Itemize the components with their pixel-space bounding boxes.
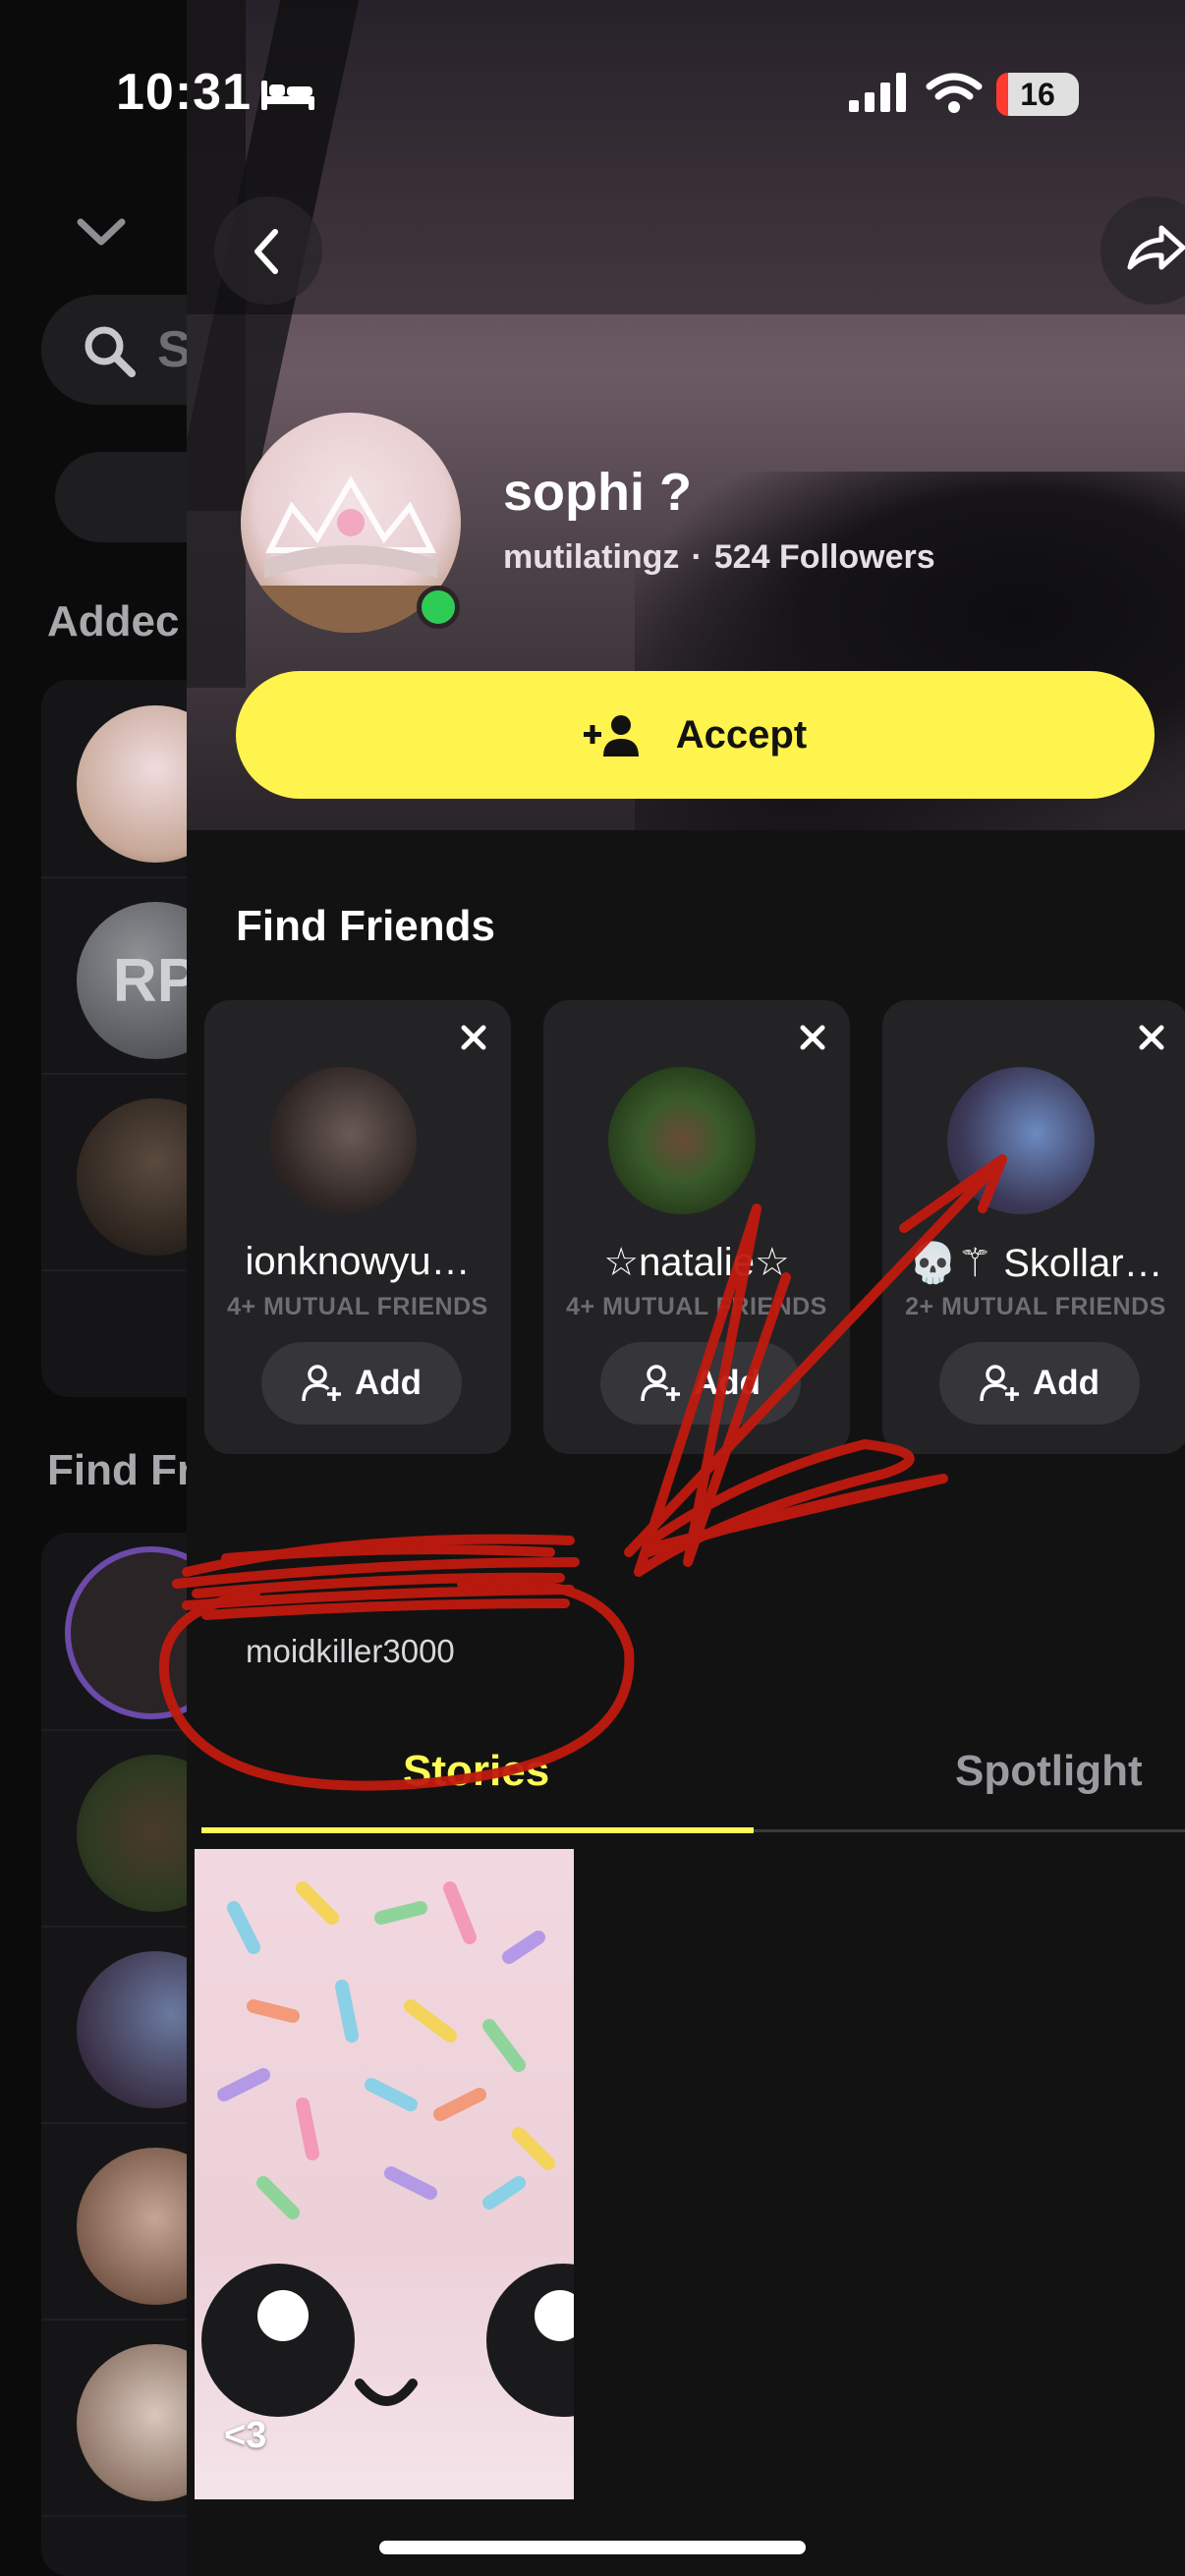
battery-icon: 16 xyxy=(996,73,1079,116)
tab-spotlight[interactable]: Spotlight xyxy=(955,1747,1143,1796)
close-icon[interactable] xyxy=(458,1022,489,1053)
tab-stories[interactable]: Stories xyxy=(403,1747,549,1796)
search-icon xyxy=(85,326,136,377)
add-button[interactable]: Add xyxy=(939,1342,1140,1425)
add-friend-icon xyxy=(583,715,639,756)
add-person-icon xyxy=(980,1365,1019,1402)
story-tile[interactable]: <3 xyxy=(195,1849,574,2499)
story-caption: <3 xyxy=(224,2415,267,2456)
chevron-left-icon xyxy=(254,229,278,274)
avatar[interactable] xyxy=(269,1067,417,1214)
share-button[interactable] xyxy=(1100,196,1185,305)
add-person-icon xyxy=(641,1365,680,1402)
add-button[interactable]: Add xyxy=(600,1342,801,1425)
add-label: Add xyxy=(354,1364,423,1402)
add-person-icon xyxy=(302,1365,341,1402)
back-button[interactable] xyxy=(214,196,322,305)
status-time: 10:31 xyxy=(116,64,252,121)
battery-level: 16 xyxy=(1020,77,1055,112)
tab-active-indicator xyxy=(201,1827,754,1833)
wifi-icon xyxy=(926,73,983,113)
friend-suggestion-card[interactable]: ☆natalie☆ 4+ MUTUAL FRIENDS Add xyxy=(543,1000,850,1454)
add-button[interactable]: Add xyxy=(261,1342,462,1425)
signal-icon xyxy=(849,73,906,112)
friend-suggestion-card[interactable]: 💀⚚ Skollar… 2+ MUTUAL FRIENDS Add xyxy=(882,1000,1185,1454)
mutual-friends: 4+ MUTUAL FRIENDS xyxy=(566,1293,827,1320)
profile-subtitle: mutilatingz · 524 Followers xyxy=(503,538,935,577)
sleep-focus-icon xyxy=(261,81,314,110)
share-arrow-icon xyxy=(1127,225,1185,270)
close-icon[interactable] xyxy=(797,1022,828,1053)
separator: · xyxy=(691,538,703,576)
mutual-friends: 4+ MUTUAL FRIENDS xyxy=(227,1293,488,1320)
profile-username: mutilatingz xyxy=(503,538,680,576)
online-status-dot xyxy=(417,586,460,629)
chevron-down-icon[interactable] xyxy=(75,206,128,259)
find-friends-title: Find Friends xyxy=(236,902,495,950)
accept-button[interactable]: Accept xyxy=(236,671,1155,799)
friend-suggestion-card[interactable]: ionknowyu… 4+ MUTUAL FRIENDS Add xyxy=(204,1000,511,1454)
profile-followers[interactable]: 524 Followers xyxy=(714,538,935,576)
add-label: Add xyxy=(1032,1364,1100,1402)
avatar[interactable] xyxy=(947,1067,1095,1214)
friend-name: ionknowyu… xyxy=(245,1240,471,1283)
section-heading-added: Addec xyxy=(47,597,180,645)
close-icon[interactable] xyxy=(1136,1022,1167,1053)
home-indicator xyxy=(379,2541,806,2554)
mutual-friends: 2+ MUTUAL FRIENDS xyxy=(905,1293,1166,1320)
friend-name: ☆natalie☆ xyxy=(603,1241,790,1284)
friend-name: 💀⚚ Skollar… xyxy=(908,1242,1163,1285)
profile-display-name: sophi ? xyxy=(503,463,692,522)
accept-label: Accept xyxy=(675,712,808,756)
avatar[interactable] xyxy=(608,1067,756,1214)
add-label: Add xyxy=(693,1364,762,1402)
annotated-username: moidkiller3000 xyxy=(246,1633,455,1669)
sprinkles-image xyxy=(201,1881,574,2417)
section-heading-find: Find Fr xyxy=(47,1446,195,1494)
